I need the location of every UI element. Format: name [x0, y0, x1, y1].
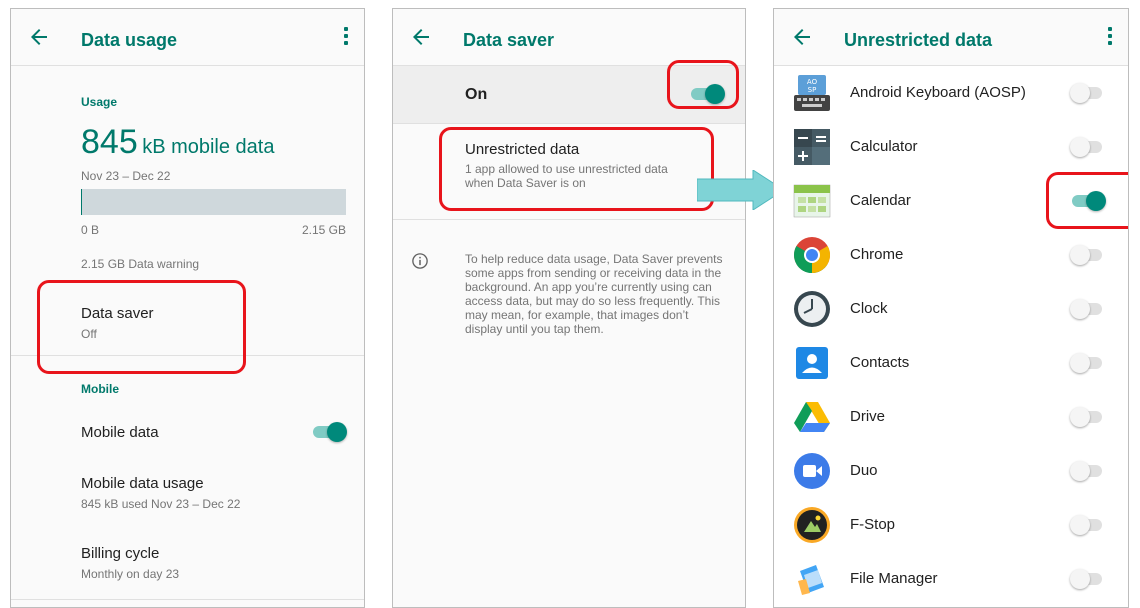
data-saver-screen: Data saver On Unrestricted data 1 app al…	[392, 8, 746, 608]
calendar-icon	[792, 181, 832, 221]
app-toggle-keyboard[interactable]	[1070, 83, 1106, 103]
mobile-data-usage-sub: 845 kB used Nov 23 – Dec 22	[81, 497, 240, 511]
app-name: Calculator	[850, 120, 918, 174]
app-name: Clock	[850, 282, 888, 336]
highlight-box-data-saver	[37, 280, 246, 374]
file-manager-icon	[792, 559, 832, 599]
app-toggle-drive[interactable]	[1070, 407, 1106, 427]
app-toggle-file-manager[interactable]	[1070, 569, 1106, 589]
data-usage-screen: Data usage Usage 845 kB mobile data Nov …	[10, 8, 365, 608]
app-toggle-clock[interactable]	[1070, 299, 1106, 319]
usage-period: Nov 23 – Dec 22	[81, 169, 170, 183]
billing-cycle-row[interactable]: Billing cycle Monthly on day 23	[11, 535, 364, 591]
app-bar: Unrestricted data	[774, 9, 1128, 66]
page-title: Unrestricted data	[844, 9, 992, 71]
section-divider	[393, 219, 745, 220]
highlight-box-master-toggle	[667, 60, 739, 109]
app-row-clock[interactable]: Clock	[774, 282, 1128, 336]
keyboard-icon: AO SP	[792, 73, 832, 113]
highlight-box-calendar-toggle	[1046, 172, 1129, 229]
app-name: Duo	[850, 444, 878, 498]
app-name: File Manager	[850, 552, 938, 606]
clock-icon	[792, 289, 832, 329]
drive-icon	[792, 397, 832, 437]
back-arrow-icon[interactable]	[790, 25, 814, 49]
calculator-icon	[792, 127, 832, 167]
mobile-data-usage-row[interactable]: Mobile data usage 845 kB used Nov 23 – D…	[11, 465, 364, 521]
app-bar: Data usage	[11, 9, 364, 66]
app-name: Drive	[850, 390, 885, 444]
page-title: Data saver	[463, 9, 554, 71]
app-toggle-duo[interactable]	[1070, 461, 1106, 481]
usage-amount: 845 kB mobile data	[81, 123, 274, 162]
more-options-icon[interactable]	[342, 27, 350, 49]
app-toggle-contacts[interactable]	[1070, 353, 1106, 373]
data-saver-info-text: To help reduce data usage, Data Saver pr…	[465, 252, 727, 336]
app-bar: Data saver	[393, 9, 745, 66]
highlight-box-unrestricted	[439, 127, 714, 211]
app-toggle-calculator[interactable]	[1070, 137, 1106, 157]
mobile-data-row[interactable]: Mobile data	[11, 409, 364, 457]
usage-bar-min: 0 B	[81, 223, 99, 237]
usage-number: 845	[81, 123, 138, 161]
app-row-duo[interactable]: Duo	[774, 444, 1128, 498]
app-toggle-chrome[interactable]	[1070, 245, 1106, 265]
usage-unit: kB mobile data	[142, 136, 274, 158]
app-toggle-fstop[interactable]	[1070, 515, 1106, 535]
app-row-file-manager[interactable]: File Manager	[774, 552, 1128, 606]
fstop-icon	[792, 505, 832, 545]
app-name: F-Stop	[850, 498, 895, 552]
app-row-keyboard[interactable]: AO SP Android Keyboard (AOSP)	[774, 66, 1128, 120]
app-row-fstop[interactable]: F-Stop	[774, 498, 1128, 552]
usage-section-label: Usage	[81, 95, 117, 109]
app-name: Android Keyboard (AOSP)	[850, 66, 1026, 120]
page-title: Data usage	[81, 9, 177, 71]
contacts-icon	[792, 343, 832, 383]
app-name: Chrome	[850, 228, 903, 282]
mobile-data-title: Mobile data	[81, 424, 159, 441]
chrome-icon	[792, 235, 832, 275]
back-arrow-icon[interactable]	[27, 25, 51, 49]
svg-text:AO: AO	[807, 78, 818, 86]
app-row-contacts[interactable]: Contacts	[774, 336, 1128, 390]
svg-text:SP: SP	[808, 86, 817, 94]
more-options-icon[interactable]	[1106, 27, 1114, 49]
usage-bar-max: 2.15 GB	[293, 223, 346, 237]
duo-icon	[792, 451, 832, 491]
usage-bar	[81, 189, 346, 215]
back-arrow-icon[interactable]	[409, 25, 433, 49]
billing-cycle-sub: Monthly on day 23	[81, 567, 179, 581]
data-saver-master-label: On	[465, 66, 487, 123]
data-warning-text: 2.15 GB Data warning	[81, 257, 199, 271]
app-row-chrome[interactable]: Chrome	[774, 228, 1128, 282]
app-name: Calendar	[850, 174, 911, 228]
app-row-drive[interactable]: Drive	[774, 390, 1128, 444]
mobile-data-toggle[interactable]	[311, 422, 347, 442]
unrestricted-data-screen: Unrestricted data AO SP Android Keyboard…	[773, 8, 1129, 608]
bottom-divider	[11, 599, 364, 600]
arrow-right-icon	[697, 170, 785, 210]
mobile-section-label: Mobile	[81, 382, 119, 396]
app-row-calculator[interactable]: Calculator	[774, 120, 1128, 174]
billing-cycle-title: Billing cycle	[81, 545, 159, 562]
mobile-data-usage-title: Mobile data usage	[81, 475, 204, 492]
app-name: Contacts	[850, 336, 909, 390]
info-icon	[411, 252, 429, 270]
